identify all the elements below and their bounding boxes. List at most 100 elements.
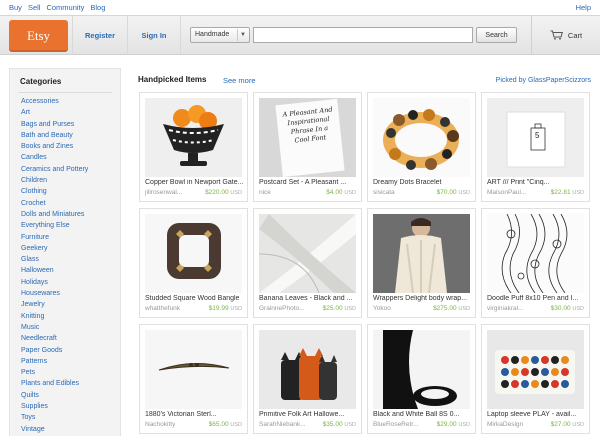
price-value: $4.00 bbox=[326, 189, 343, 196]
product-seller[interactable]: whatthefunk bbox=[145, 305, 180, 312]
product-seller[interactable]: jillrosenwal... bbox=[145, 189, 182, 196]
nav-link-community[interactable]: Community bbox=[46, 3, 84, 12]
nav-link-blog[interactable]: Blog bbox=[90, 3, 105, 12]
category-link[interactable]: Children bbox=[21, 175, 120, 186]
category-link[interactable]: Books and Zines bbox=[21, 141, 120, 152]
square-bangle-image[interactable] bbox=[145, 214, 242, 293]
product-seller[interactable]: BlueRoseRetr... bbox=[373, 421, 419, 428]
product-card[interactable]: Laptop sleeve PLAY - avail... MirkaDesign… bbox=[481, 324, 590, 434]
product-title[interactable]: Dreamy Dots Bracelet bbox=[373, 179, 471, 186]
doodle-art-image[interactable] bbox=[487, 214, 584, 293]
product-title[interactable]: Wrappers Delight body wrap... bbox=[373, 295, 471, 302]
search-button[interactable]: Search bbox=[476, 27, 517, 43]
laptop-sleeve-image[interactable] bbox=[487, 330, 584, 409]
category-link[interactable]: Vintage bbox=[21, 424, 120, 435]
search-input[interactable] bbox=[253, 27, 473, 43]
product-card[interactable]: 5 ART /// Print "Cinq... MaisonPaul... $22.… bbox=[481, 92, 590, 202]
price-currency: USD bbox=[230, 190, 242, 196]
sign-in-button[interactable]: Sign In bbox=[127, 16, 181, 54]
bracelet-image[interactable] bbox=[373, 98, 470, 177]
postcard-image[interactable]: A Pleasant And Inspirational Phrase In a… bbox=[259, 98, 356, 177]
product-card[interactable]: Doodle Puff 8x10 Pen and I... virginiakra… bbox=[481, 208, 590, 318]
section-title: Handpicked Items bbox=[138, 75, 207, 84]
category-link[interactable]: Accessories bbox=[21, 96, 120, 107]
product-seller[interactable]: sisicata bbox=[373, 189, 395, 196]
category-link[interactable]: Paper Goods bbox=[21, 345, 120, 356]
product-seller[interactable]: Nachokitty bbox=[145, 421, 175, 428]
category-sidebar: Categories Accessories Art Bags and Purses… bbox=[9, 68, 121, 436]
banana-leaves-image[interactable] bbox=[259, 214, 356, 293]
category-link[interactable]: Clothing bbox=[21, 186, 120, 197]
category-link[interactable]: Quilts bbox=[21, 390, 120, 401]
category-link[interactable]: Pets bbox=[21, 367, 120, 378]
product-title[interactable]: Doodle Puff 8x10 Pen and I... bbox=[487, 295, 585, 302]
search-category-select[interactable]: Handmade ▼ bbox=[190, 27, 250, 43]
product-seller[interactable]: GrainnePhoto... bbox=[259, 305, 305, 312]
category-link[interactable]: Patterns bbox=[21, 356, 120, 367]
category-link[interactable]: Toys bbox=[21, 412, 120, 423]
patterned-bowl-image[interactable] bbox=[145, 98, 242, 177]
category-link[interactable]: Crochet bbox=[21, 198, 120, 209]
category-link[interactable]: Geekery bbox=[21, 243, 120, 254]
category-link[interactable]: Bags and Purses bbox=[21, 119, 120, 130]
product-title[interactable]: Black and White Ball 8S 0... bbox=[373, 411, 471, 418]
folk-cats-image[interactable] bbox=[259, 330, 356, 409]
category-link[interactable]: Music bbox=[21, 322, 120, 333]
category-link[interactable]: Art bbox=[21, 107, 120, 118]
product-card[interactable]: 1880's Victorian Sterl... Nachokitty $65.0… bbox=[139, 324, 248, 434]
product-card[interactable]: Copper Bowl in Newport Gate... jillrosenw… bbox=[139, 92, 248, 202]
category-link[interactable]: Supplies bbox=[21, 401, 120, 412]
product-title[interactable]: Laptop sleeve PLAY - avail... bbox=[487, 411, 585, 418]
product-title[interactable]: Primitive Folk Art Hallowe... bbox=[259, 411, 357, 418]
knit-wrap-image[interactable] bbox=[373, 214, 470, 293]
picked-by-link[interactable]: Picked by GlassPaperScizzors bbox=[496, 77, 591, 84]
product-card[interactable]: Banana Leaves - Black and ... GrainnePhot… bbox=[253, 208, 362, 318]
nav-link-buy[interactable]: Buy bbox=[9, 3, 22, 12]
product-price: $70.00 USD bbox=[437, 189, 470, 196]
victorian-pin-image[interactable] bbox=[145, 330, 242, 409]
product-card[interactable]: Wrappers Delight body wrap... Yokoo $275.0… bbox=[367, 208, 476, 318]
product-seller[interactable]: nice bbox=[259, 189, 271, 196]
product-price: $19.99 USD bbox=[209, 305, 242, 312]
art-print-image[interactable]: 5 bbox=[487, 98, 584, 177]
etsy-logo[interactable]: Etsy bbox=[9, 20, 68, 52]
product-seller[interactable]: SarahNiebank... bbox=[259, 421, 306, 428]
product-title[interactable]: Postcard Set - A Pleasant ... bbox=[259, 179, 357, 186]
category-link[interactable]: Glass bbox=[21, 254, 120, 265]
nav-link-help[interactable]: Help bbox=[576, 3, 591, 12]
product-title[interactable]: Banana Leaves - Black and ... bbox=[259, 295, 357, 302]
product-title[interactable]: Studded Square Wood Bangle bbox=[145, 295, 243, 302]
product-title[interactable]: ART /// Print "Cinq... bbox=[487, 179, 585, 186]
category-link[interactable]: Housewares bbox=[21, 288, 120, 299]
category-link[interactable]: Dolls and Miniatures bbox=[21, 209, 120, 220]
category-link[interactable]: Everything Else bbox=[21, 220, 120, 231]
nav-link-sell[interactable]: Sell bbox=[28, 3, 41, 12]
product-title[interactable]: 1880's Victorian Sterl... bbox=[145, 411, 243, 418]
product-card[interactable]: Black and White Ball 8S 0... BlueRoseRetr… bbox=[367, 324, 476, 434]
category-link[interactable]: Plants and Edibles bbox=[21, 378, 120, 389]
category-link[interactable]: Bath and Beauty bbox=[21, 130, 120, 141]
category-link[interactable]: Furniture bbox=[21, 232, 120, 243]
category-link[interactable]: Holidays bbox=[21, 277, 120, 288]
register-button[interactable]: Register bbox=[72, 16, 127, 54]
product-card[interactable]: Dreamy Dots Bracelet sisicata $70.00 USD bbox=[367, 92, 476, 202]
see-more-link[interactable]: See more bbox=[223, 76, 256, 85]
category-link[interactable]: Needlecraft bbox=[21, 333, 120, 344]
category-link[interactable]: Ceramics and Pottery bbox=[21, 164, 120, 175]
category-link[interactable]: Jewelry bbox=[21, 299, 120, 310]
search-category-value: Handmade bbox=[195, 31, 230, 38]
category-link[interactable]: Candles bbox=[21, 152, 120, 163]
cart-button[interactable]: Cart bbox=[531, 16, 600, 54]
category-link[interactable]: Knitting bbox=[21, 311, 120, 322]
product-title[interactable]: Copper Bowl in Newport Gate... bbox=[145, 179, 243, 186]
product-card[interactable]: Primitive Folk Art Hallowe... SarahNieban… bbox=[253, 324, 362, 434]
product-card[interactable]: Studded Square Wood Bangle whatthefunk $19… bbox=[139, 208, 248, 318]
product-seller[interactable]: Yokoo bbox=[373, 305, 391, 312]
product-seller[interactable]: virginiakral... bbox=[487, 305, 523, 312]
category-link[interactable]: Halloween bbox=[21, 265, 120, 276]
product-seller[interactable]: MaisonPaul... bbox=[487, 189, 526, 196]
price-value: $65.00 bbox=[208, 421, 229, 428]
product-seller[interactable]: MirkaDesign bbox=[487, 421, 523, 428]
black-white-photo-image[interactable] bbox=[373, 330, 470, 409]
product-card[interactable]: A Pleasant And Inspirational Phrase In a… bbox=[253, 92, 362, 202]
